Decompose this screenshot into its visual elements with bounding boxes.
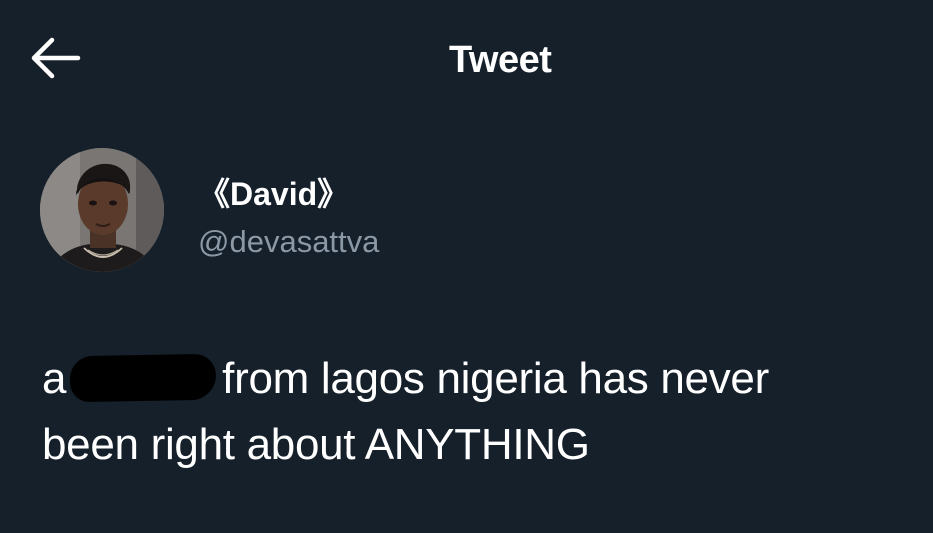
page-title: Tweet [449, 39, 552, 81]
tweet-text-start: a [42, 354, 67, 403]
tweet-author: 《David》 @devasattva [40, 148, 640, 288]
tweet-line-1: a from lagos nigeria has never [42, 346, 922, 412]
profile-photo-image [40, 148, 164, 272]
tweet-text-continued: from lagos nigeria has never [222, 354, 769, 403]
redaction-mark [69, 353, 217, 403]
top-bar: Tweet [0, 0, 933, 120]
back-button[interactable] [26, 36, 82, 80]
tweet-line-2: been right about ANYTHING [42, 420, 590, 469]
display-name[interactable]: 《David》 [198, 174, 349, 214]
avatar[interactable] [40, 148, 164, 272]
tweet-text: a from lagos nigeria has never been right… [42, 346, 922, 478]
arrow-left-icon [31, 37, 81, 79]
user-handle[interactable]: @devasattva [198, 222, 379, 262]
